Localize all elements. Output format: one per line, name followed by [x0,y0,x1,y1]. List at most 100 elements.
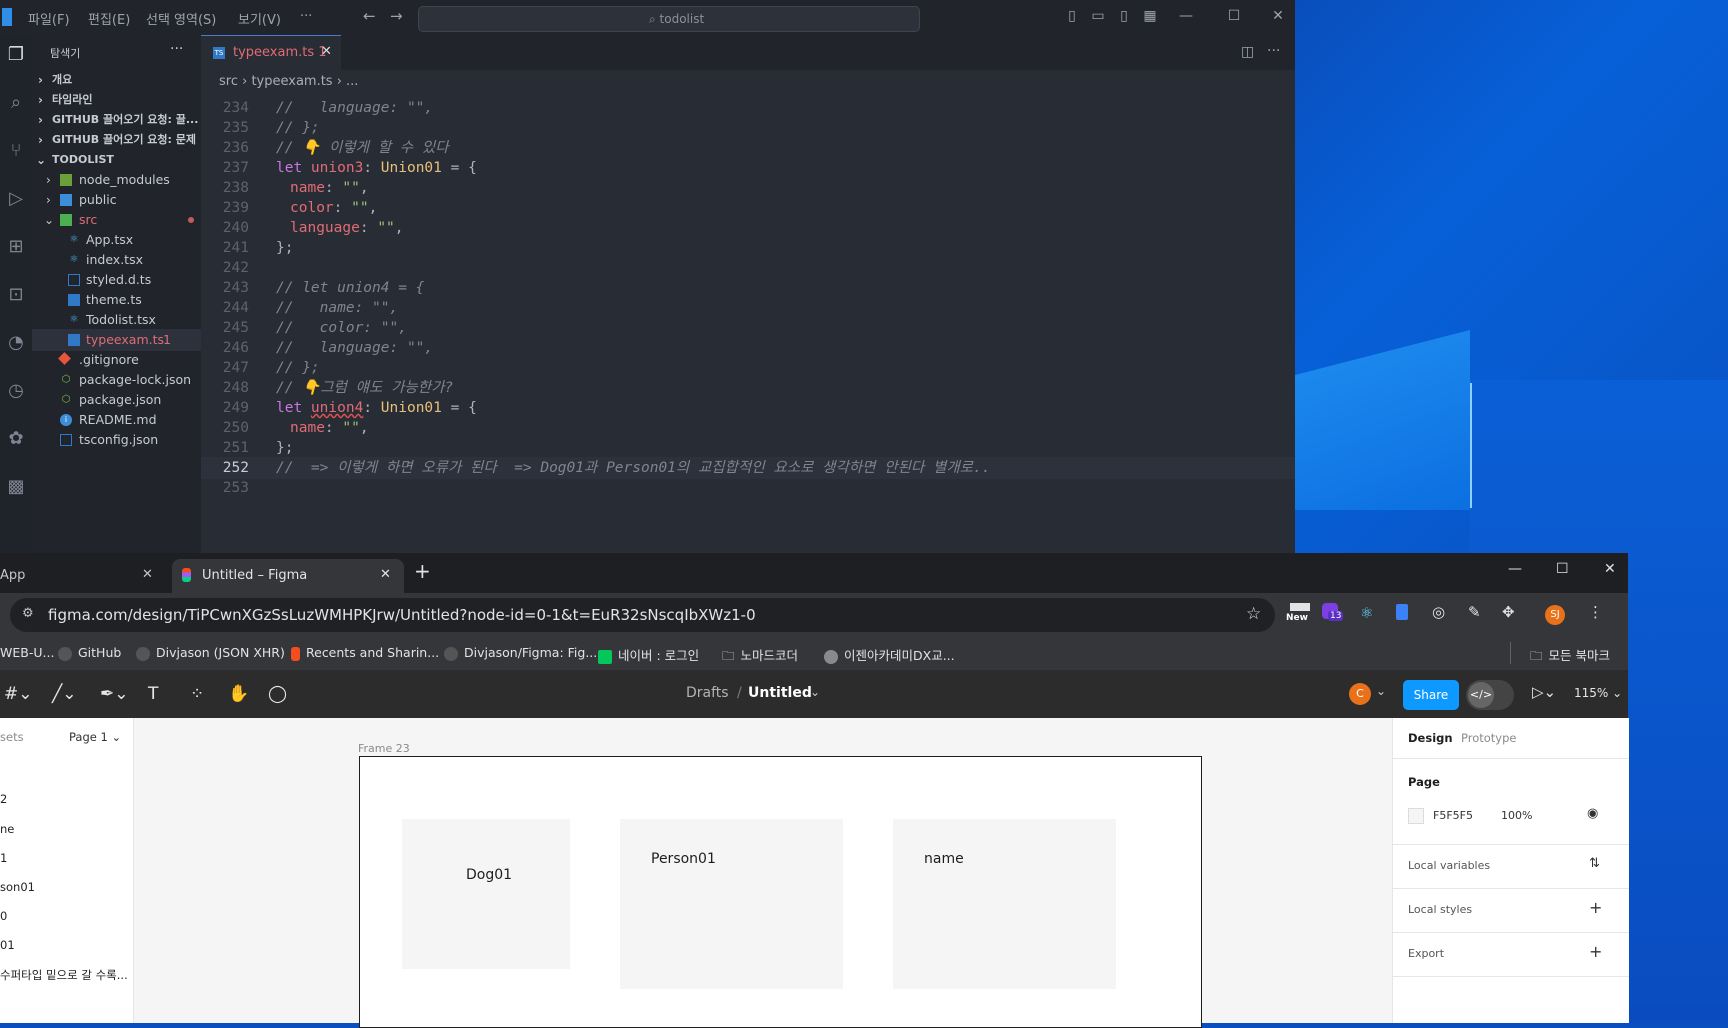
hand-tool-icon[interactable]: ✋ [228,684,249,704]
bookmark-ezen-academy[interactable]: 이젠아카데미DX교... [824,645,955,664]
tree-item-index-tsx[interactable]: ⚛ index.tsx [32,249,201,271]
eyedropper-icon[interactable]: ✎ [1468,603,1481,621]
page-selector[interactable]: Page 1 ⌄ [69,730,121,744]
comment-tool-icon[interactable]: ◯ [268,684,287,704]
code-line[interactable]: 246 // language: "", [201,337,1295,359]
zoom-level[interactable]: 115% ⌄ [1574,686,1622,700]
share-button[interactable]: Share [1403,680,1459,710]
card-name[interactable]: name [893,819,1116,989]
local-variables-label[interactable]: Local variables [1408,859,1490,872]
close-icon[interactable]: ✕ [1268,8,1288,24]
containers-icon[interactable]: ▩ [4,475,28,499]
code-line[interactable]: 244 // name: "", [201,297,1295,319]
tree-item-src[interactable]: ⌄ src [32,209,201,231]
variables-icon[interactable]: ⇅ [1589,856,1600,871]
tree-item-package-json[interactable]: ⬡ package.json [32,389,201,411]
text-tool-icon[interactable]: T [148,684,158,704]
plus-icon[interactable]: + [1589,898,1602,917]
forward-arrow-icon[interactable]: → [390,7,403,25]
toggle-secondary-sidebar-icon[interactable]: ▯ [1114,8,1134,24]
tab-typeexam-ts[interactable]: TS typeexam.ts 1 ✕ [201,35,341,71]
page-color-swatch[interactable] [1408,808,1424,824]
file-title[interactable]: Untitled [748,685,812,701]
close-tab-icon[interactable]: ✕ [380,567,391,582]
tab-app[interactable]: App ✕ [0,561,168,593]
layer-item[interactable]: 2 [0,792,7,806]
react-devtools-icon[interactable]: ⚛ [1360,604,1373,622]
code-line[interactable]: 234 // language: "", [201,97,1295,119]
run-debug-icon[interactable]: ▷ [4,187,28,211]
address-bar[interactable]: ⚙ figma.com/design/TiPCwnXGzSsLuzWMHPKJr… [10,598,1275,632]
canvas-frame[interactable]: Dog01 Person01 name [359,756,1202,1028]
tree-item-tsconfig-json[interactable]: tsconfig.json [32,429,201,451]
code-line[interactable]: 245 // color: "", [201,317,1295,339]
outline-section[interactable]: › 개요 [32,69,201,91]
close-tab-icon[interactable]: ✕ [321,44,332,59]
profile-avatar[interactable]: SJ [1545,605,1565,625]
code-line[interactable]: 239 color: "", [201,197,1295,219]
code-line[interactable]: 250 name: "", [201,417,1295,439]
maximize-icon[interactable]: ☐ [1224,8,1244,24]
card-person01[interactable]: Person01 [620,819,843,989]
code-line[interactable]: 248 // 👇그럼 얘도 가능한가? [201,377,1295,399]
present-play-icon[interactable]: ▷⌄ [1532,683,1556,701]
toggle-sidebar-icon[interactable]: ▯ [1062,8,1082,24]
layer-item[interactable]: 수퍼타입 밑으로 갈 수록... [0,967,128,983]
components-tool-icon[interactable]: ⁘ [190,684,204,704]
extension-counter-icon[interactable]: 13 [1322,603,1344,625]
bookmark-star-icon[interactable]: ☆ [1246,604,1261,624]
tree-item-typeexam-ts[interactable]: typeexam.ts 1 [32,329,201,351]
extensions-icon[interactable]: ⊞ [4,235,28,259]
tree-item-readme-md[interactable]: i README.md [32,409,201,431]
user-avatar[interactable]: C [1349,683,1371,705]
layer-item[interactable]: 01 [0,938,15,952]
page-opacity-value[interactable]: 100% [1501,809,1532,822]
local-styles-label[interactable]: Local styles [1408,903,1472,916]
bookmark-github[interactable]: GitHub [58,645,121,661]
layer-item[interactable]: 1 [0,851,7,865]
chrome-menu-icon[interactable]: ⋮ [1588,603,1603,621]
assets-tab[interactable]: sets [0,730,24,744]
new-tab-button[interactable]: + [414,559,431,583]
tree-item-todolist-tsx[interactable]: ⚛ Todolist.tsx [32,309,201,331]
close-tab-icon[interactable]: ✕ [142,567,153,582]
line-tool-icon[interactable]: ╱⌄ [52,684,76,704]
menu-file[interactable]: 파일(F) [28,9,70,28]
more-actions-icon[interactable]: ··· [170,41,183,57]
tree-item-styled-dts[interactable]: styled.d.ts [32,269,201,291]
source-control-icon[interactable]: ⑂ [4,139,28,163]
github-issues-section[interactable]: › GITHUB 끌어오기 요청: 문제 [32,129,201,151]
menu-view[interactable]: 보기(V) [238,9,281,28]
code-line[interactable]: 247 // }; [201,357,1295,379]
code-line[interactable]: 253 [201,477,1295,499]
layer-item[interactable]: 0 [0,909,7,923]
dev-mode-toggle[interactable]: </> [1466,680,1514,710]
all-bookmarks-folder[interactable]: 🗀 모든 북마크 [1530,645,1610,668]
minimize-icon[interactable]: — [1176,8,1196,24]
extension-target-icon[interactable]: ◎ [1432,603,1445,621]
menu-selection[interactable]: 선택 영역(S) [146,9,216,28]
remote-explorer-icon[interactable]: ⊡ [4,283,28,307]
search-icon[interactable]: ⌕ [4,91,28,115]
explorer-icon[interactable]: ❐ [4,43,28,67]
code-line[interactable]: 237 let union3: Union01 = { [201,157,1295,179]
tree-item-theme-ts[interactable]: theme.ts [32,289,201,311]
tab-design[interactable]: Design [1408,731,1453,745]
tree-item-package-lock-json[interactable]: ⬡ package-lock.json [32,369,201,391]
chevron-down-icon[interactable]: ⌄ [1376,684,1386,698]
tree-item-public[interactable]: › public [32,189,201,211]
bookmark-divjason-json[interactable]: Divjason (JSON XHR) [136,645,285,661]
plus-icon[interactable]: + [1589,942,1602,961]
bookmark-web-u[interactable]: WEB-U... [0,645,54,660]
extensions-puzzle-icon[interactable]: ✥ [1502,603,1515,621]
code-line[interactable]: 238 name: "", [201,177,1295,199]
tab-figma[interactable]: Untitled – Figma ✕ [172,559,404,593]
command-center-search[interactable]: ⌕ todolist [418,6,920,32]
tab-prototype[interactable]: Prototype [1461,731,1516,745]
figma-icon[interactable]: ✿ [4,427,28,451]
site-settings-icon[interactable]: ⚙ [22,606,34,621]
close-icon[interactable]: ✕ [1604,561,1616,577]
extension-new-icon[interactable]: New [1286,603,1312,625]
layer-item[interactable]: ne [0,822,14,836]
maximize-icon[interactable]: ☐ [1556,561,1569,577]
